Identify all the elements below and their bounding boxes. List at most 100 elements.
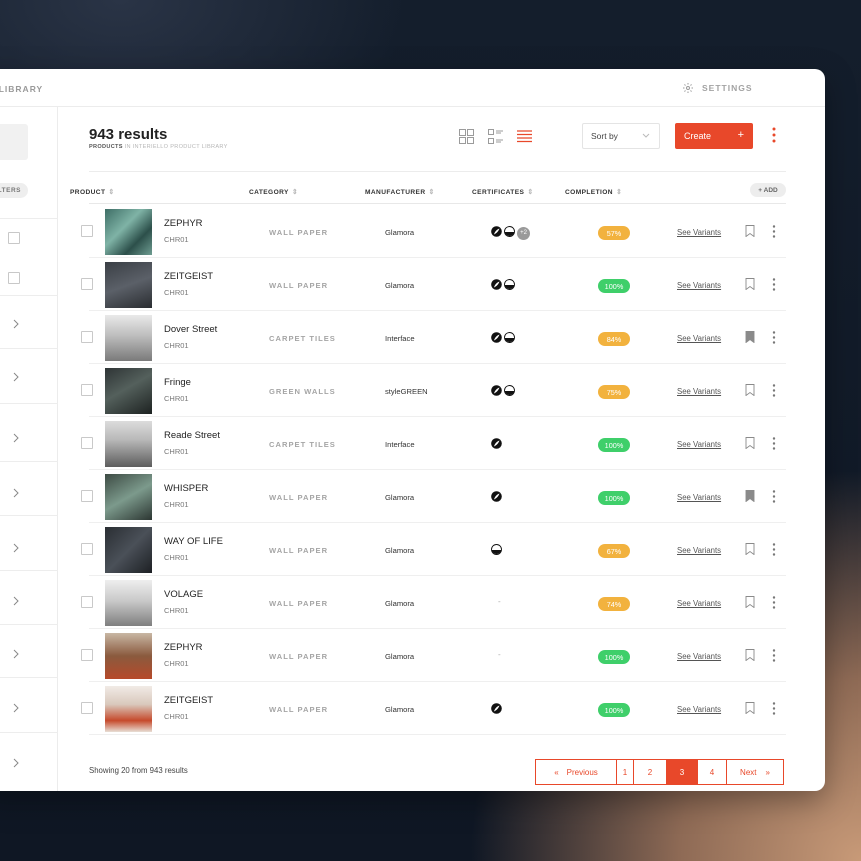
add-column-button[interactable]: + ADD [750, 183, 786, 197]
product-thumbnail[interactable] [105, 633, 152, 679]
sort-dropdown[interactable]: Sort by [582, 123, 660, 149]
table-row[interactable]: ZEPHYR CHR01 WALL PAPER Glamora +2 57% See Var… [78, 205, 798, 258]
product-name[interactable]: ZEITGEIST [164, 695, 213, 706]
table-row[interactable]: Fringe CHR01 GREEN WALLS styleGREEN 75% See V… [78, 364, 798, 417]
row-more-options-icon[interactable] [772, 490, 776, 503]
chevron-right-icon[interactable] [11, 488, 21, 498]
row-more-options-icon[interactable] [772, 649, 776, 662]
chevron-right-icon[interactable] [11, 433, 21, 443]
chevron-right-icon[interactable] [11, 703, 21, 713]
table-row[interactable]: WAY OF LIFE CHR01 WALL PAPER Glamora 67% See … [78, 523, 798, 576]
column-header-product[interactable]: PRODUCT ⇕ [70, 188, 115, 197]
column-header-certificates[interactable]: CERTIFICATES ⇕ [472, 188, 534, 197]
previous-page-button[interactable]: « Previous [535, 759, 617, 785]
column-header-manufacturer[interactable]: MANUFACTURER ⇕ [365, 188, 435, 197]
chevron-right-icon[interactable] [11, 758, 21, 768]
row-more-options-icon[interactable] [772, 437, 776, 450]
see-variants-link[interactable]: See Variants [677, 493, 721, 502]
see-variants-link[interactable]: See Variants [677, 440, 721, 449]
column-header-category[interactable]: CATEGORY ⇕ [249, 188, 298, 197]
table-row[interactable]: ZEITGEIST CHR01 WALL PAPER Glamora 100% See V… [78, 258, 798, 311]
see-variants-link[interactable]: See Variants [677, 705, 721, 714]
row-more-options-icon[interactable] [772, 596, 776, 609]
product-name[interactable]: ZEPHYR [164, 642, 203, 653]
next-page-button[interactable]: Next » [726, 759, 784, 785]
table-view-icon[interactable] [517, 129, 532, 144]
create-button[interactable]: Create + [675, 123, 753, 149]
bookmark-icon[interactable] [745, 649, 755, 661]
see-variants-link[interactable]: See Variants [677, 281, 721, 290]
chevron-right-icon[interactable] [11, 596, 21, 606]
bookmark-icon[interactable] [745, 490, 755, 502]
sidebar-checkbox[interactable] [8, 272, 20, 284]
page-4-button[interactable]: 4 [697, 759, 727, 785]
table-row[interactable]: ZEPHYR CHR01 WALL PAPER Glamora - 100% See Var… [78, 629, 798, 682]
product-thumbnail[interactable] [105, 580, 152, 626]
bookmark-icon[interactable] [745, 437, 755, 449]
row-more-options-icon[interactable] [772, 543, 776, 556]
see-variants-link[interactable]: See Variants [677, 546, 721, 555]
settings-button[interactable]: SETTINGS [682, 82, 753, 94]
bookmark-icon[interactable] [745, 331, 755, 343]
row-checkbox[interactable] [81, 649, 93, 661]
library-breadcrumb[interactable]: / LIBRARY [0, 84, 43, 94]
row-checkbox[interactable] [81, 225, 93, 237]
bookmark-icon[interactable] [745, 543, 755, 555]
product-name[interactable]: VOLAGE [164, 589, 203, 600]
page-1-button[interactable]: 1 [616, 759, 634, 785]
row-more-options-icon[interactable] [772, 225, 776, 238]
chevron-right-icon[interactable] [11, 372, 21, 382]
chevron-right-icon[interactable] [11, 543, 21, 553]
product-thumbnail[interactable] [105, 474, 152, 520]
table-row[interactable]: WHISPER CHR01 WALL PAPER Glamora 100% See Var… [78, 470, 798, 523]
row-checkbox[interactable] [81, 490, 93, 502]
product-name[interactable]: ZEITGEIST [164, 271, 213, 282]
table-row[interactable]: VOLAGE CHR01 WALL PAPER Glamora - 74% See Vari… [78, 576, 798, 629]
product-thumbnail[interactable] [105, 686, 152, 732]
table-row[interactable]: Reade Street CHR01 CARPET TILES Interface 10… [78, 417, 798, 470]
more-options-icon[interactable] [771, 127, 777, 143]
row-more-options-icon[interactable] [772, 331, 776, 344]
bookmark-icon[interactable] [745, 278, 755, 290]
bookmark-icon[interactable] [745, 596, 755, 608]
chevron-right-icon[interactable] [11, 649, 21, 659]
bookmark-icon[interactable] [745, 225, 755, 237]
product-thumbnail[interactable] [105, 527, 152, 573]
sidebar-search-box[interactable] [0, 124, 28, 160]
table-row[interactable]: ZEITGEIST CHR01 WALL PAPER Glamora 100% See V… [78, 682, 798, 735]
see-variants-link[interactable]: See Variants [677, 387, 721, 396]
product-name[interactable]: Fringe [164, 377, 191, 388]
product-name[interactable]: Dover Street [164, 324, 217, 335]
product-thumbnail[interactable] [105, 209, 152, 255]
see-variants-link[interactable]: See Variants [677, 599, 721, 608]
product-name[interactable]: WHISPER [164, 483, 208, 494]
filters-button[interactable]: LTERS [0, 183, 28, 198]
row-checkbox[interactable] [81, 543, 93, 555]
product-thumbnail[interactable] [105, 315, 152, 361]
bookmark-icon[interactable] [745, 384, 755, 396]
row-checkbox[interactable] [81, 702, 93, 714]
row-checkbox[interactable] [81, 437, 93, 449]
page-2-button[interactable]: 2 [633, 759, 667, 785]
product-name[interactable]: Reade Street [164, 430, 220, 441]
chevron-right-icon[interactable] [11, 319, 21, 329]
more-certificates-badge[interactable]: +2 [517, 226, 530, 240]
row-checkbox[interactable] [81, 596, 93, 608]
list-view-icon[interactable] [488, 129, 503, 144]
row-checkbox[interactable] [81, 278, 93, 290]
sidebar-checkbox[interactable] [8, 232, 20, 244]
page-3-button[interactable]: 3 [666, 759, 698, 785]
see-variants-link[interactable]: See Variants [677, 334, 721, 343]
row-more-options-icon[interactable] [772, 702, 776, 715]
product-thumbnail[interactable] [105, 368, 152, 414]
see-variants-link[interactable]: See Variants [677, 652, 721, 661]
row-checkbox[interactable] [81, 384, 93, 396]
product-name[interactable]: WAY OF LIFE [164, 536, 223, 547]
column-header-completion[interactable]: COMPLETION ⇕ [565, 188, 622, 197]
row-checkbox[interactable] [81, 331, 93, 343]
bookmark-icon[interactable] [745, 702, 755, 714]
product-thumbnail[interactable] [105, 262, 152, 308]
product-thumbnail[interactable] [105, 421, 152, 467]
row-more-options-icon[interactable] [772, 384, 776, 397]
product-name[interactable]: ZEPHYR [164, 218, 203, 229]
